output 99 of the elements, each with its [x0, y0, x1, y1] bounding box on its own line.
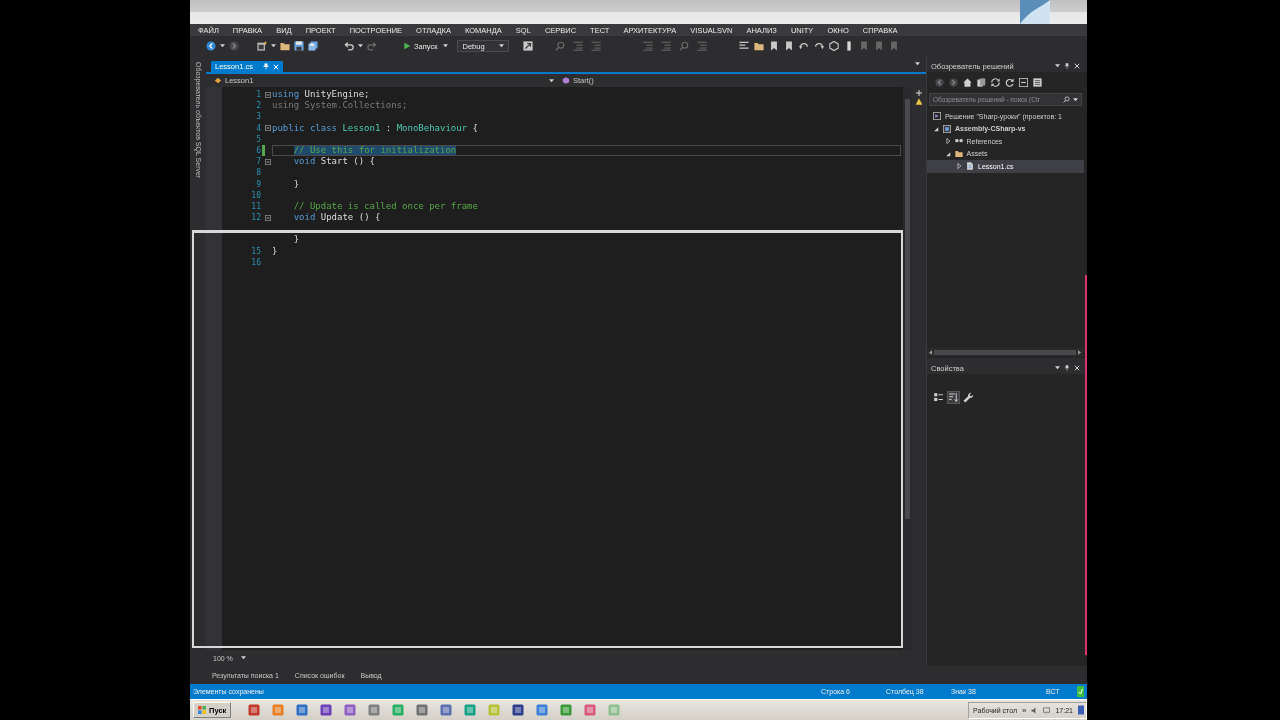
app-icon[interactable] — [536, 704, 549, 716]
pin-icon[interactable] — [1064, 365, 1070, 371]
caret-icon[interactable] — [271, 44, 276, 48]
caret-icon — [240, 656, 246, 660]
line-number: 9 — [256, 178, 261, 190]
code-line: using UnityEngine; — [272, 89, 370, 101]
undo-icon[interactable] — [344, 41, 354, 51]
line-number: 6 — [256, 144, 261, 157]
line-number: 16 — [251, 256, 261, 268]
close-icon[interactable] — [1074, 365, 1080, 371]
collapse-icon[interactable] — [265, 125, 271, 132]
code-line: // Update is called once per frame — [292, 200, 478, 213]
scroll-right-icon[interactable] — [1078, 349, 1081, 355]
new-project-icon[interactable] — [257, 41, 267, 51]
text-lines-icon[interactable] — [738, 41, 749, 51]
caret-icon[interactable] — [915, 62, 920, 66]
wrench-icon[interactable] — [963, 392, 974, 403]
forward-icon[interactable] — [229, 41, 239, 51]
folder-icon[interactable] — [280, 41, 290, 51]
caret-icon — [498, 44, 504, 48]
code-line: // Use this for initialization — [272, 144, 901, 157]
play-icon — [403, 42, 411, 50]
app-icon[interactable] — [296, 704, 309, 716]
caret-icon[interactable] — [1055, 64, 1060, 68]
app-icon[interactable] — [440, 704, 453, 716]
plus-icon[interactable] — [916, 90, 922, 96]
collapse-icon[interactable] — [265, 91, 271, 98]
line-number: 4 — [256, 122, 261, 134]
caret-icon[interactable] — [220, 44, 225, 48]
categorized-icon[interactable] — [933, 392, 944, 403]
close-icon[interactable] — [1074, 63, 1080, 69]
pin-icon[interactable] — [262, 63, 269, 70]
app-icon[interactable] — [248, 704, 261, 716]
sync-icon[interactable] — [991, 77, 1000, 87]
forward-icon[interactable] — [949, 77, 958, 87]
line-number: 8 — [256, 167, 261, 179]
collapse-icon[interactable] — [1019, 77, 1028, 87]
search-icon[interactable] — [554, 41, 565, 51]
hexagon-icon[interactable] — [828, 41, 839, 51]
back-icon[interactable] — [206, 41, 216, 51]
app-icon[interactable] — [320, 704, 333, 716]
files-icon[interactable] — [977, 77, 986, 87]
square-box-icon — [943, 124, 951, 133]
four-squares-icon — [198, 706, 206, 714]
pin-icon[interactable] — [1064, 63, 1070, 69]
code-line: } — [272, 245, 278, 257]
line-number: 1 — [256, 89, 261, 101]
search-icon[interactable] — [1063, 96, 1070, 103]
line-number: 11 — [251, 200, 261, 213]
collapse-icon[interactable] — [265, 214, 271, 221]
folder-icon[interactable] — [753, 41, 764, 51]
save-all-icon[interactable] — [308, 41, 318, 51]
app-icon[interactable] — [512, 704, 525, 716]
curved-arrow-icon[interactable] — [813, 41, 824, 51]
warning-icon — [915, 98, 923, 105]
horizontal-scrollbar[interactable] — [927, 348, 1083, 356]
search-icon[interactable] — [678, 41, 689, 51]
refresh-icon[interactable] — [1005, 77, 1014, 87]
save-icon[interactable] — [294, 41, 304, 51]
caret-icon[interactable] — [1073, 97, 1078, 102]
code-line: void Start () { — [292, 156, 375, 168]
diamond-icon — [214, 77, 222, 84]
code-line: } — [292, 234, 300, 246]
line-number: 15 — [251, 245, 261, 257]
monitor-icon[interactable] — [1043, 706, 1051, 714]
bookmark-icon[interactable] — [768, 41, 779, 51]
scroll-left-icon[interactable] — [929, 349, 932, 355]
code-line: using System.Collections; — [272, 100, 408, 112]
triangle-box-icon — [933, 112, 941, 121]
line-number: 12 — [251, 212, 261, 224]
curved-arrow-icon[interactable] — [798, 41, 809, 51]
document-icon — [966, 162, 974, 171]
code-line: } — [292, 178, 300, 190]
code-line: public class Lesson1 : MonoBehaviour { — [272, 122, 478, 134]
hexagon-icon — [562, 77, 570, 84]
redo-icon[interactable] — [367, 41, 377, 51]
code-line: void Update () { — [292, 212, 381, 224]
line-number: 10 — [251, 189, 261, 201]
line-number: 3 — [256, 111, 261, 123]
line-number: 5 — [256, 133, 261, 145]
folder-icon — [954, 149, 963, 158]
check-icon[interactable] — [1077, 686, 1084, 697]
line-number: 7 — [256, 156, 261, 168]
arrow-box-icon[interactable] — [522, 41, 533, 51]
caret-icon[interactable] — [358, 44, 363, 48]
caret-icon — [549, 78, 554, 83]
picture-icon — [1020, 0, 1050, 24]
home-icon[interactable] — [963, 77, 972, 87]
caret-icon[interactable] — [443, 44, 449, 48]
caret-icon[interactable] — [1055, 366, 1060, 370]
app-icon[interactable] — [344, 704, 357, 716]
chevron-button[interactable]: » — [1022, 705, 1027, 715]
bookmark-icon[interactable] — [783, 41, 794, 51]
app-icon[interactable] — [416, 704, 429, 716]
line-number: 2 — [256, 100, 261, 112]
sort-icon[interactable] — [948, 392, 959, 403]
vertical-scrollbar[interactable] — [903, 87, 912, 650]
collapse-icon[interactable] — [265, 158, 271, 165]
list-icon[interactable] — [1033, 77, 1042, 87]
